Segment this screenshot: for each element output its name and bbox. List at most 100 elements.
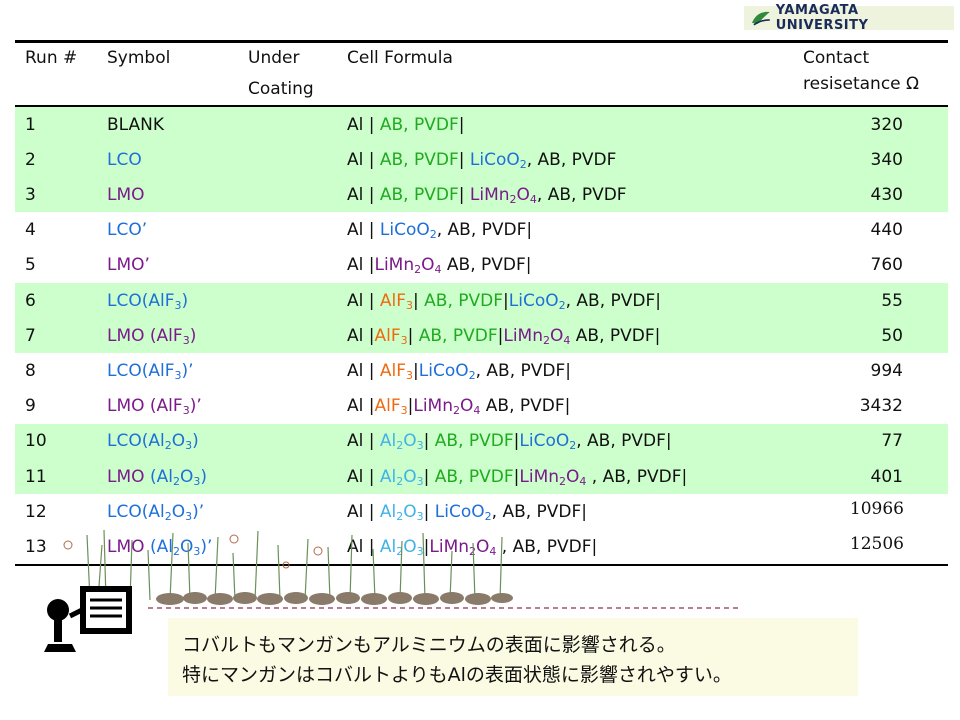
text-segment: Al | bbox=[347, 396, 375, 417]
text-segment: O bbox=[566, 466, 580, 487]
header-contact: Contact bbox=[803, 48, 870, 68]
table-row: 11 LMO (Al2O3) Al | Al2O3| AB, PVDF|LiMn2O… bbox=[15, 459, 948, 494]
text-segment: LCO bbox=[107, 149, 142, 170]
text-segment: | bbox=[423, 431, 435, 452]
contact-resistance: 320 bbox=[870, 114, 903, 135]
text-segment: Al | bbox=[347, 114, 380, 135]
table-top-rule bbox=[15, 40, 948, 43]
text-segment: )’ bbox=[181, 360, 194, 381]
subscript: 2 bbox=[164, 509, 172, 523]
text-segment: | bbox=[458, 184, 470, 205]
text-segment: Al bbox=[379, 431, 397, 452]
text-segment: O bbox=[179, 466, 194, 487]
table-row: 9 LMO (AlF3)’ Al |AlF3|LiMn2O4 AB, PVDF| 34… bbox=[15, 389, 948, 424]
cell-formula: Al | AlF3| AB, PVDF|LiCoO2, AB, PVDF| bbox=[347, 291, 661, 311]
run-number: 10 bbox=[25, 431, 47, 452]
text-segment: LiMn bbox=[413, 396, 453, 417]
table-row: 2 LCO Al | AB, PVDF| LiCoO2, AB, PVDF 340 bbox=[15, 142, 948, 177]
contact-resistance: 55 bbox=[881, 290, 903, 311]
text-segment: Al bbox=[379, 466, 397, 487]
cell-formula: Al | Al2O3| AB, PVDF|LiCoO2, AB, PVDF| bbox=[347, 431, 672, 451]
contact-resistance: 430 bbox=[870, 184, 903, 205]
subscript: 3 bbox=[182, 404, 190, 418]
symbol-cell: LCO(AlF3)’ bbox=[107, 361, 194, 381]
text-segment: LiMn bbox=[469, 184, 510, 205]
subscript: 3 bbox=[400, 333, 408, 347]
text-segment: O bbox=[421, 255, 435, 276]
text-segment: LiCoO bbox=[519, 431, 570, 452]
symbol-cell: LCO bbox=[107, 150, 142, 170]
text-segment: Al | bbox=[347, 184, 380, 205]
cell-formula: Al |LiMn2O4 AB, PVDF| bbox=[347, 255, 532, 275]
header-resistance: resisetance Ω bbox=[803, 74, 920, 94]
text-segment: | bbox=[407, 325, 419, 346]
text-segment: Al bbox=[379, 501, 397, 522]
subscript: 3 bbox=[182, 333, 190, 347]
subscript: 4 bbox=[529, 192, 537, 206]
text-segment: Al | bbox=[347, 255, 375, 276]
text-segment: AlF bbox=[379, 360, 407, 381]
text-segment: O bbox=[516, 184, 530, 205]
run-number: 11 bbox=[25, 466, 47, 487]
symbol-cell: LMO (AlF3)’ bbox=[107, 396, 202, 416]
run-number: 5 bbox=[25, 255, 36, 276]
text-segment: AB, PVDF bbox=[434, 466, 514, 487]
subscript: 2 bbox=[558, 298, 566, 312]
text-segment: AB, PVDF bbox=[418, 325, 498, 346]
table-row: 12 LCO(Al2O3)’ Al | Al2O3| LiCoO2, AB, PVD… bbox=[15, 494, 948, 529]
text-segment: Al | bbox=[347, 220, 380, 241]
text-segment: O bbox=[171, 431, 186, 452]
text-segment: LMO (AlF bbox=[107, 325, 183, 346]
run-number: 4 bbox=[25, 220, 36, 241]
text-segment: O bbox=[403, 431, 417, 452]
subscript: 3 bbox=[174, 368, 182, 382]
grass-pebble-decoration bbox=[63, 529, 740, 609]
symbol-cell: LMO (AlF3) bbox=[107, 326, 196, 346]
text-segment: LiCoO bbox=[469, 149, 520, 170]
cell-formula: Al | Al2O3| LiCoO2, AB, PVDF| bbox=[347, 502, 587, 522]
text-segment: O bbox=[171, 501, 186, 522]
header-coating: Coating bbox=[248, 79, 314, 99]
text-segment: | bbox=[413, 290, 425, 311]
subscript: 3 bbox=[416, 439, 424, 453]
contact-resistance: 10966 bbox=[849, 498, 904, 519]
contact-resistance: 77 bbox=[881, 431, 903, 452]
text-segment: O bbox=[403, 501, 417, 522]
table-row: 6 LCO(AlF3) Al | AlF3| AB, PVDF|LiCoO2, AB… bbox=[15, 283, 948, 318]
university-logo: YAMAGATA UNIVERSITY bbox=[744, 3, 954, 33]
cell-formula: Al |AlF3|LiMn2O4 AB, PVDF| bbox=[347, 396, 570, 416]
contact-resistance: 3432 bbox=[859, 396, 903, 417]
cell-formula: Al | Al2O3| AB, PVDF|LiMn2O4 , AB, PVDF| bbox=[347, 467, 687, 487]
text-segment: LCO(Al bbox=[107, 501, 165, 522]
text-segment: AB, PVDF bbox=[424, 290, 504, 311]
symbol-cell: LMO’ bbox=[107, 255, 150, 275]
text-segment: BLANK bbox=[107, 114, 165, 135]
subscript: 2 bbox=[519, 157, 527, 171]
cell-formula: Al | LiCoO2, AB, PVDF| bbox=[347, 220, 532, 240]
text-segment: | bbox=[458, 114, 465, 135]
text-segment: , AB, PVDF| bbox=[586, 466, 688, 487]
table-row: 10 LCO(Al2O3) Al | Al2O3| AB, PVDF|LiCoO2,… bbox=[15, 424, 948, 459]
text-segment: ) bbox=[200, 466, 207, 487]
text-segment: , AB, PVDF| bbox=[565, 290, 662, 311]
text-segment: LiCoO bbox=[418, 360, 469, 381]
subscript: 2 bbox=[543, 333, 550, 347]
run-number: 6 bbox=[25, 290, 36, 311]
subscript: 3 bbox=[406, 298, 414, 312]
symbol-cell: LCO(AlF3) bbox=[107, 291, 188, 311]
subscript: 2 bbox=[172, 474, 180, 488]
note-line-1: コバルトもマンガンもアルミニウムの表面に影響される。 bbox=[182, 634, 676, 656]
text-segment: Al | bbox=[347, 466, 380, 487]
contact-resistance: 440 bbox=[870, 220, 903, 241]
run-number: 3 bbox=[25, 184, 36, 205]
text-segment: LMO bbox=[107, 184, 145, 205]
header-under: Under bbox=[248, 48, 300, 68]
text-segment: , AB, PVDF bbox=[536, 184, 627, 205]
text-segment: , AB, PVDF| bbox=[491, 501, 588, 522]
text-segment: AB, PVDF bbox=[379, 114, 459, 135]
subscript: 3 bbox=[406, 368, 414, 382]
leaf-logo-icon bbox=[751, 11, 770, 26]
table-row: 5 LMO’ Al |LiMn2O4 AB, PVDF| 760 bbox=[15, 248, 948, 283]
text-segment: AlF bbox=[379, 290, 407, 311]
text-segment: LiMn bbox=[519, 466, 560, 487]
